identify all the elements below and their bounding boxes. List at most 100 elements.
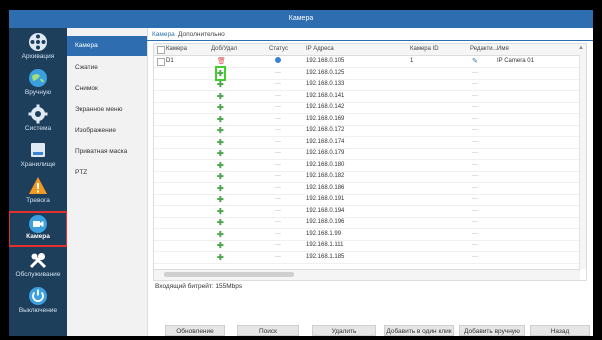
manual-add-button[interactable]: Добавить вручную (459, 325, 525, 336)
window-title: Камера (9, 10, 593, 28)
nav-label: Выключение (18, 307, 58, 314)
delete-icon[interactable]: 🗑 (217, 56, 226, 67)
edit-pencil-icon[interactable]: ✎ (472, 56, 478, 67)
submenu-item-privacy-mask[interactable]: Приватная маска (67, 142, 147, 162)
nav-item-alarm[interactable]: Тревога (9, 176, 67, 210)
nav-label: Обслуживание (15, 271, 61, 278)
table-row[interactable]: ✚ — 192.168.1.185 — (154, 252, 586, 264)
globe-icon (29, 69, 47, 87)
status-cell: — (275, 230, 281, 237)
nav-item-camera[interactable]: Камера (9, 211, 68, 247)
add-icon[interactable]: ✚ (217, 183, 224, 194)
submenu-item-snapshot[interactable]: Снимок (67, 79, 147, 99)
nav-label: Система (24, 125, 52, 132)
table-row[interactable]: ✚ — 192.168.0.196 — (154, 217, 586, 229)
col-camera-id: Камера ID (410, 46, 439, 52)
scroll-up-icon[interactable]: ▲ (578, 45, 584, 51)
back-button[interactable]: Назад (530, 325, 590, 336)
status-cell: — (275, 161, 281, 168)
add-icon[interactable]: ✚ (217, 125, 224, 136)
nav-label: Вручную (24, 89, 52, 96)
app-window: Камера Архивация Вручную Система Хранили… (9, 10, 593, 336)
table-row[interactable]: D1 🗑 192.168.0.105 1 ✎ IP Camera 01 (154, 56, 586, 68)
nav-item-storage[interactable]: Хранилище (9, 140, 67, 174)
add-icon[interactable]: ✚ (217, 229, 224, 240)
ip-address: 192.168.0.179 (306, 150, 345, 156)
search-button[interactable]: Поиск (237, 325, 299, 336)
ip-address: 192.168.0.133 (306, 81, 345, 87)
status-cell: — (275, 69, 281, 76)
table-row[interactable]: ✚ — 192.168.0.182 — (154, 171, 586, 183)
table-row[interactable]: ✚ — 192.168.0.125 — (154, 65, 586, 81)
nav-item-system[interactable]: Система (9, 104, 67, 138)
table-row[interactable]: ✚ — 192.168.0.179 — (154, 148, 586, 160)
add-icon[interactable]: ✚ (217, 148, 224, 159)
nav-item-archive[interactable]: Архивация (9, 32, 67, 66)
add-icon[interactable]: ✚ (217, 206, 224, 217)
status-cell: — (275, 242, 281, 248)
submenu-item-ptz[interactable]: PTZ (67, 163, 147, 183)
ip-address: 192.168.0.174 (306, 138, 345, 145)
add-icon[interactable]: ✚ (217, 91, 224, 102)
table-row[interactable]: ✚ — 192.168.0.180 — (154, 160, 586, 172)
scroll-thumb[interactable] (164, 272, 294, 277)
status-cell: — (275, 184, 281, 191)
main-panel: Камера Дополнительно Камера Доб/Удал Ста… (147, 28, 593, 336)
horizontal-scrollbar[interactable] (154, 269, 580, 280)
add-icon[interactable]: ✚ (217, 252, 224, 263)
ip-address: 192.168.0.141 (306, 92, 345, 99)
nav-item-shutdown[interactable]: Выключение (9, 286, 67, 320)
submenu-item-osd[interactable]: Экранное меню (67, 100, 147, 120)
delete-button[interactable]: Удалить (312, 325, 376, 336)
add-icon[interactable]: ✚ (217, 79, 224, 90)
row-checkbox[interactable] (157, 58, 165, 66)
status-cell: — (275, 219, 281, 225)
nav-item-maintenance[interactable]: Обслуживание (9, 250, 67, 284)
add-icon[interactable]: ✚ (217, 217, 224, 228)
edit-cell: — (472, 253, 478, 260)
table-row[interactable]: ✚ — 192.168.0.169 — (154, 114, 586, 126)
table-row[interactable]: ✚ — 192.168.1.99 — (154, 229, 586, 241)
col-ip-address: IP Адреса (306, 46, 334, 52)
table-row[interactable]: ✚ — 192.168.0.142 — (154, 102, 586, 114)
ip-address: 192.168.0.196 (306, 219, 345, 225)
table-row[interactable]: ✚ — 192.168.0.172 — (154, 125, 586, 137)
add-icon[interactable]: ✚ (217, 102, 224, 113)
table-row[interactable]: ✚ — 192.168.0.186 — (154, 183, 586, 195)
edit-cell: — (472, 161, 478, 168)
add-icon[interactable]: ✚ (217, 194, 224, 205)
tab-camera[interactable]: Камера (149, 29, 178, 40)
tab-advanced[interactable]: Дополнительно (175, 29, 228, 40)
edit-cell: — (472, 219, 478, 225)
edit-cell: — (472, 150, 478, 156)
one-click-add-button[interactable]: Добавить в один клик (384, 325, 454, 336)
edit-cell: — (472, 127, 478, 133)
add-icon[interactable]: ✚ (217, 114, 224, 125)
table-row[interactable]: ✚ — 192.168.0.141 — (154, 91, 586, 103)
add-icon[interactable]: ✚ (215, 65, 226, 81)
add-icon[interactable]: ✚ (217, 171, 224, 182)
status-cell: — (275, 196, 281, 202)
table-row[interactable]: ✚ — 192.168.0.174 — (154, 137, 586, 149)
table-row[interactable]: ✚ — 192.168.1.111 — (154, 240, 586, 252)
col-add-delete: Доб/Удал (211, 46, 238, 52)
add-icon[interactable]: ✚ (217, 160, 224, 171)
col-camera: Камера (166, 46, 187, 52)
select-all-checkbox[interactable] (157, 46, 165, 54)
nav-label: Архивация (21, 53, 55, 60)
submenu-item-compression[interactable]: Сжатие (67, 58, 147, 78)
submenu-item-camera[interactable]: Камера (67, 36, 147, 56)
add-icon[interactable]: ✚ (217, 137, 224, 148)
vertical-scrollbar[interactable] (579, 55, 586, 269)
camera-table: Камера Доб/Удал Статус IP Адреса Камера … (153, 43, 587, 281)
table-header: Камера Доб/Удал Статус IP Адреса Камера … (154, 44, 586, 56)
table-row[interactable]: ✚ — 192.168.0.133 — (154, 79, 586, 91)
submenu-item-image[interactable]: Изображение (67, 121, 147, 141)
refresh-button[interactable]: Обновление (165, 325, 225, 336)
status-cell: — (275, 150, 281, 156)
edit-cell: — (472, 207, 478, 214)
table-row[interactable]: ✚ — 192.168.0.194 — (154, 206, 586, 218)
nav-item-manual[interactable]: Вручную (9, 68, 67, 102)
add-icon[interactable]: ✚ (217, 240, 224, 251)
table-row[interactable]: ✚ — 192.168.0.191 — (154, 194, 586, 206)
